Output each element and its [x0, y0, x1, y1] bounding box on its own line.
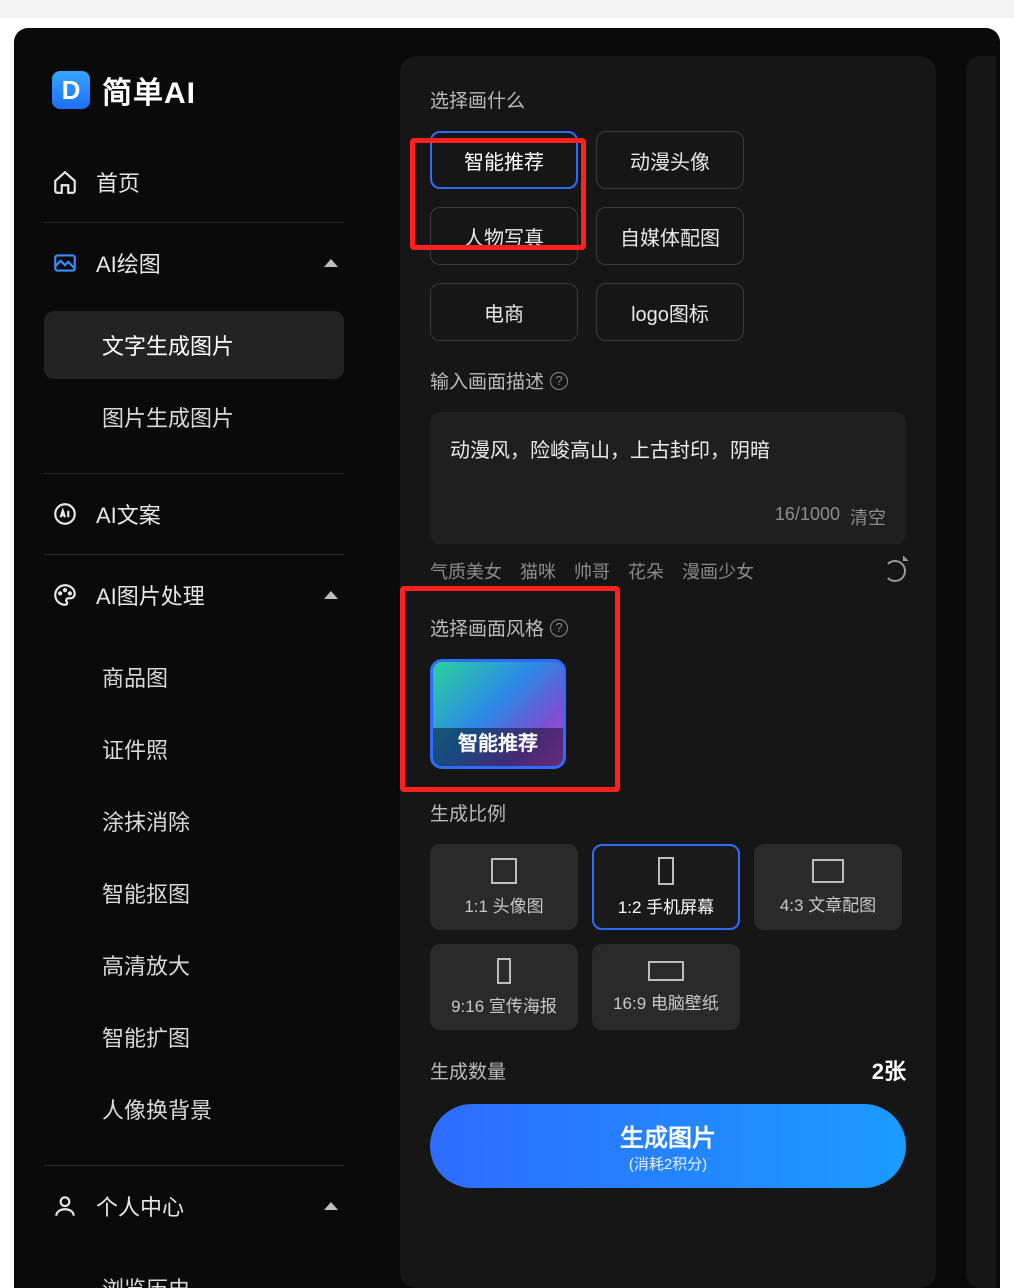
subnav-product-image[interactable]: 商品图 — [44, 643, 344, 711]
nav-home[interactable]: 首页 — [44, 142, 344, 222]
right-side-panel — [966, 56, 996, 1288]
subnav-text2img[interactable]: 文字生成图片 — [44, 311, 344, 379]
ratio-label: 生成比例 — [430, 799, 906, 826]
generate-button-label: 生成图片 — [620, 1118, 716, 1153]
chevron-up-icon — [324, 591, 338, 599]
ratio-shape-icon — [648, 961, 684, 981]
prompt-input[interactable]: 动漫风，险峻高山，上古封印，阴暗 16/1000 清空 — [430, 412, 906, 544]
subnav-id-photo[interactable]: 证件照 — [44, 715, 344, 783]
user-icon — [52, 1193, 78, 1219]
nav-home-label: 首页 — [96, 166, 140, 198]
help-icon[interactable]: ? — [550, 619, 568, 637]
prompt-suggestions: 气质美女 猫咪 帅哥 花朵 漫画少女 — [430, 558, 906, 584]
ratio-16-9[interactable]: 16:9 电脑壁纸 — [592, 944, 740, 1030]
nav-personal[interactable]: 个人中心 — [44, 1166, 344, 1246]
clear-button[interactable]: 清空 — [850, 504, 886, 530]
subnav-erase[interactable]: 涂抹消除 — [44, 787, 344, 855]
nav-personal-label: 个人中心 — [96, 1190, 184, 1222]
generate-button[interactable]: 生成图片 (消耗2积分) — [430, 1104, 906, 1188]
suggestion-tag[interactable]: 漫画少女 — [682, 558, 754, 584]
ratio-1-1[interactable]: 1:1 头像图 — [430, 844, 578, 930]
chip-media-image[interactable]: 自媒体配图 — [596, 207, 744, 265]
palette-icon — [52, 582, 78, 608]
nav-ai-copy[interactable]: AI文案 — [44, 474, 344, 554]
subnav-replace-bg[interactable]: 人像换背景 — [44, 1075, 344, 1143]
generation-panel: 选择画什么 智能推荐 动漫头像 人物写真 自媒体配图 电商 logo图标 输入画… — [400, 56, 936, 1288]
suggestion-tag[interactable]: 气质美女 — [430, 558, 502, 584]
nav-ai-image-processing[interactable]: AI图片处理 — [44, 555, 344, 635]
subnav-img2img[interactable]: 图片生成图片 — [44, 383, 344, 451]
ratio-grid: 1:1 头像图 1:2 手机屏幕 4:3 文章配图 9:16 宣传海报 16:9… — [430, 844, 906, 1030]
ratio-9-16[interactable]: 9:16 宣传海报 — [430, 944, 578, 1030]
chip-portrait[interactable]: 人物写真 — [430, 207, 578, 265]
chip-anime-avatar[interactable]: 动漫头像 — [596, 131, 744, 189]
style-card-label: 智能推荐 — [458, 727, 538, 756]
nav-ai-image-label: AI图片处理 — [96, 579, 205, 611]
help-icon[interactable]: ? — [550, 372, 568, 390]
subnav-history[interactable]: 浏览历史 — [44, 1254, 344, 1288]
count-value[interactable]: 2张 — [872, 1054, 906, 1086]
char-count: 16/1000 — [775, 504, 840, 530]
count-label: 生成数量 — [430, 1057, 506, 1084]
refresh-icon[interactable] — [884, 560, 906, 582]
ratio-shape-icon — [491, 858, 517, 884]
chevron-up-icon — [324, 259, 338, 267]
chip-logo[interactable]: logo图标 — [596, 283, 744, 341]
nav-ai-draw[interactable]: AI绘图 — [44, 223, 344, 303]
subnav-outpaint[interactable]: 智能扩图 — [44, 1003, 344, 1071]
ratio-shape-icon — [658, 857, 674, 885]
chip-ecommerce[interactable]: 电商 — [430, 283, 578, 341]
chevron-up-icon — [324, 1202, 338, 1210]
style-label: 选择画面风格 ? — [430, 614, 906, 641]
ratio-4-3[interactable]: 4:3 文章配图 — [754, 844, 902, 930]
app-logo: D 简单AI — [14, 28, 374, 142]
ratio-shape-icon — [812, 859, 844, 883]
chip-smart-recommend[interactable]: 智能推荐 — [430, 131, 578, 189]
ratio-1-2[interactable]: 1:2 手机屏幕 — [592, 844, 740, 930]
desc-label: 输入画面描述 ? — [430, 367, 906, 394]
suggestion-tag[interactable]: 花朵 — [628, 558, 664, 584]
logo-icon: D — [52, 71, 90, 109]
what-label: 选择画什么 — [430, 86, 906, 113]
style-card-selected[interactable]: 智能推荐 — [430, 659, 566, 769]
subnav-upscale[interactable]: 高清放大 — [44, 931, 344, 999]
nav-ai-draw-label: AI绘图 — [96, 247, 161, 279]
suggestion-tag[interactable]: 帅哥 — [574, 558, 610, 584]
ratio-shape-icon — [497, 958, 511, 984]
logo-text: 简单AI — [102, 68, 196, 112]
nav-ai-copy-label: AI文案 — [96, 498, 161, 530]
subnav-cutout[interactable]: 智能抠图 — [44, 859, 344, 927]
sidebar: D 简单AI 首页 AI绘图 文字生成图片 图片生成图片 — [14, 28, 374, 1288]
category-chips: 智能推荐 动漫头像 人物写真 自媒体配图 电商 logo图标 — [430, 131, 906, 341]
suggestion-tag[interactable]: 猫咪 — [520, 558, 556, 584]
generate-button-sub: (消耗2积分) — [629, 1153, 707, 1174]
image-icon — [52, 250, 78, 276]
prompt-text: 动漫风，险峻高山，上古封印，阴暗 — [450, 434, 886, 504]
home-icon — [52, 169, 78, 195]
ai-icon — [52, 501, 78, 527]
